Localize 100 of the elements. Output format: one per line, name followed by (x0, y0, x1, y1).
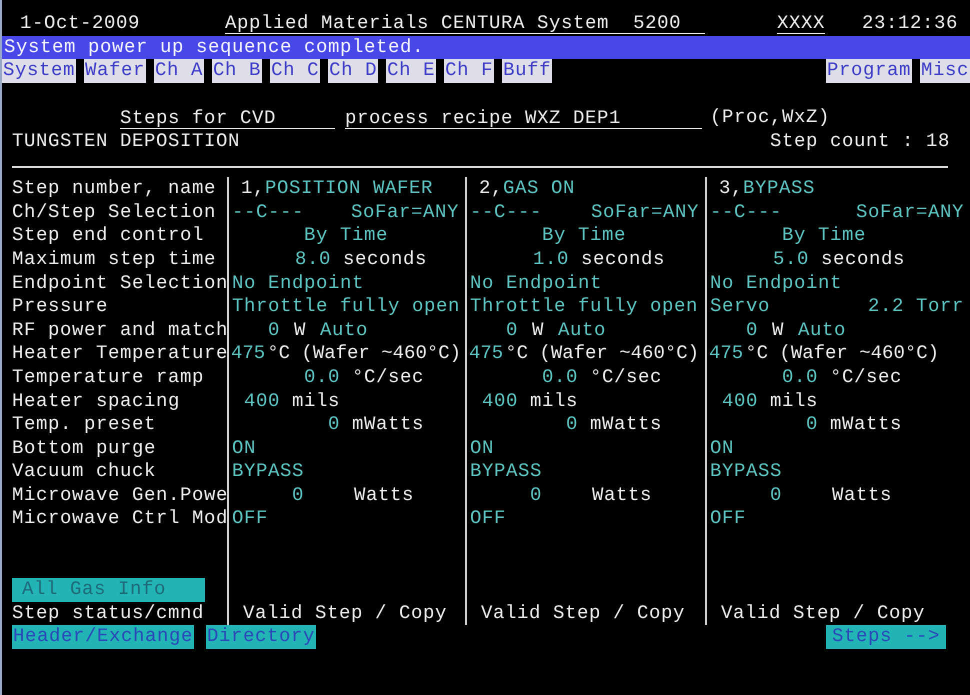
step-value: 2, (479, 177, 504, 201)
step-value: --C--- (232, 200, 304, 224)
step-value: 0.0 (304, 366, 340, 390)
row-label: Pressure (12, 295, 110, 319)
step-value: BYPASS (470, 460, 542, 484)
step-value: 0 (770, 484, 782, 508)
step-value: °C/sec (352, 366, 424, 390)
step-value: SoFar=ANY (350, 200, 459, 224)
footer-button[interactable]: Header/Exchange (12, 625, 194, 650)
recipe-description: TUNGSTEN DEPOSITION (12, 130, 240, 154)
step-value: mWatts (590, 413, 662, 437)
menu-tab[interactable]: System (2, 59, 76, 83)
row-label: Temp. preset (12, 413, 158, 437)
row-label: RF power and match (12, 318, 227, 342)
step-value: 0 (806, 413, 818, 437)
row-label: Microwave Gen.Powe (12, 484, 227, 508)
step-value: 1.0 (533, 248, 570, 272)
step-value: W (532, 318, 544, 342)
step-value: OFF (710, 507, 746, 532)
step-value: Auto (320, 318, 368, 342)
step-value: 0 (328, 413, 340, 437)
step-status: Valid Step / Copy (720, 602, 926, 626)
step-value: Auto (798, 318, 846, 342)
row-label: Heater spacing (12, 390, 182, 414)
row-label: Ch/Step Selection (12, 200, 218, 224)
step-value: No Endpoint (232, 272, 364, 296)
step-value: BYPASS (232, 460, 304, 484)
step-value: ON (232, 436, 256, 460)
steps-forward-button[interactable]: Steps --> (826, 625, 946, 650)
step-value: BYPASS (743, 177, 816, 201)
row-label: Step end control (12, 224, 206, 248)
step-value: 8.0 (295, 248, 332, 272)
menu-tab[interactable]: Ch C (270, 59, 320, 83)
step-value: mWatts (830, 413, 902, 437)
step-value: POSITION WAFER (265, 177, 434, 201)
step-value: Servo (710, 295, 770, 319)
steps-heading: Steps for CVD (120, 108, 335, 129)
step-value: 0 (746, 318, 758, 342)
step-value: Throttle fully open (470, 295, 698, 319)
step-value: --C--- (710, 200, 782, 224)
step-value: No Endpoint (470, 272, 602, 296)
step-value: By Time (304, 224, 388, 248)
step-value: 400 (482, 390, 518, 414)
menu-tab[interactable]: Ch D (328, 59, 378, 83)
menu-tab[interactable]: Ch F (444, 59, 494, 83)
step-value: 3, (719, 177, 744, 201)
step-value: seconds (821, 248, 906, 272)
step-value: 0.0 (782, 366, 818, 390)
step-value: 1, (241, 177, 266, 201)
step-value: Watts (832, 484, 892, 508)
step-value: 475 (231, 342, 266, 366)
row-label: Vacuum chuck (12, 460, 158, 484)
step-value: 0 (566, 413, 578, 437)
step-value: OFF (470, 507, 506, 532)
step-value: Watts (354, 484, 414, 508)
step-value: °C (Wafer ~460°C) (505, 342, 700, 366)
step-value: 0 (530, 484, 542, 508)
menu-tab[interactable]: Buff (502, 59, 552, 83)
step-value: No Endpoint (710, 272, 842, 296)
menu-tab[interactable]: Ch A (154, 59, 204, 83)
clock-time: 23:12:36 (862, 12, 958, 36)
menu-tab[interactable]: Program (826, 59, 912, 83)
step-value: 400 (244, 390, 280, 414)
step-value: mils (530, 390, 578, 414)
date: 1-Oct-2009 (20, 12, 142, 36)
step-value: mils (292, 390, 340, 414)
step-value: °C/sec (590, 366, 662, 390)
row-label: Endpoint Selection (12, 272, 227, 296)
step-value: OFF (232, 507, 268, 532)
user-name: XXXX (777, 13, 826, 34)
step-value: 400 (722, 390, 758, 414)
step-value: SoFar=ANY (856, 200, 964, 224)
menu-tab[interactable]: Misc (920, 59, 970, 83)
menu-tab[interactable]: Wafer (84, 59, 146, 83)
step-value: Auto (558, 318, 606, 342)
footer-button[interactable]: Directory (206, 625, 316, 650)
step-value: 2.2 Torr (868, 295, 964, 319)
step-value: Throttle fully open (232, 295, 460, 319)
menu-tab[interactable]: Ch B (212, 59, 262, 83)
step-value: °C (Wafer ~460°C) (267, 342, 462, 366)
step-value: °C/sec (830, 366, 902, 390)
step-value: 0.0 (542, 366, 578, 390)
menu-tab[interactable]: Ch E (386, 59, 436, 83)
row-label: Microwave Ctrl Mod (12, 507, 227, 532)
step-status: Valid Step / Copy (480, 602, 686, 626)
step-value: BYPASS (710, 460, 782, 484)
step-value: GAS ON (503, 177, 576, 201)
step-value: °C (Wafer ~460°C) (745, 342, 940, 366)
status-message: System power up sequence completed. (2, 36, 970, 60)
step-value: W (772, 318, 784, 342)
step-value: seconds (343, 248, 428, 272)
recipe-name: process recipe WXZ DEP1 (345, 108, 702, 129)
step-count: Step count : 18 (770, 130, 950, 154)
window-title: Applied Materials CENTURA System 5200 (225, 13, 705, 34)
row-label: Maximum step time (12, 248, 218, 272)
row-label: Heater Temperature (12, 342, 227, 366)
step-value: 475 (469, 342, 504, 366)
step-value: seconds (581, 248, 666, 272)
step-value: W (294, 318, 306, 342)
step-value: 0 (268, 318, 280, 342)
